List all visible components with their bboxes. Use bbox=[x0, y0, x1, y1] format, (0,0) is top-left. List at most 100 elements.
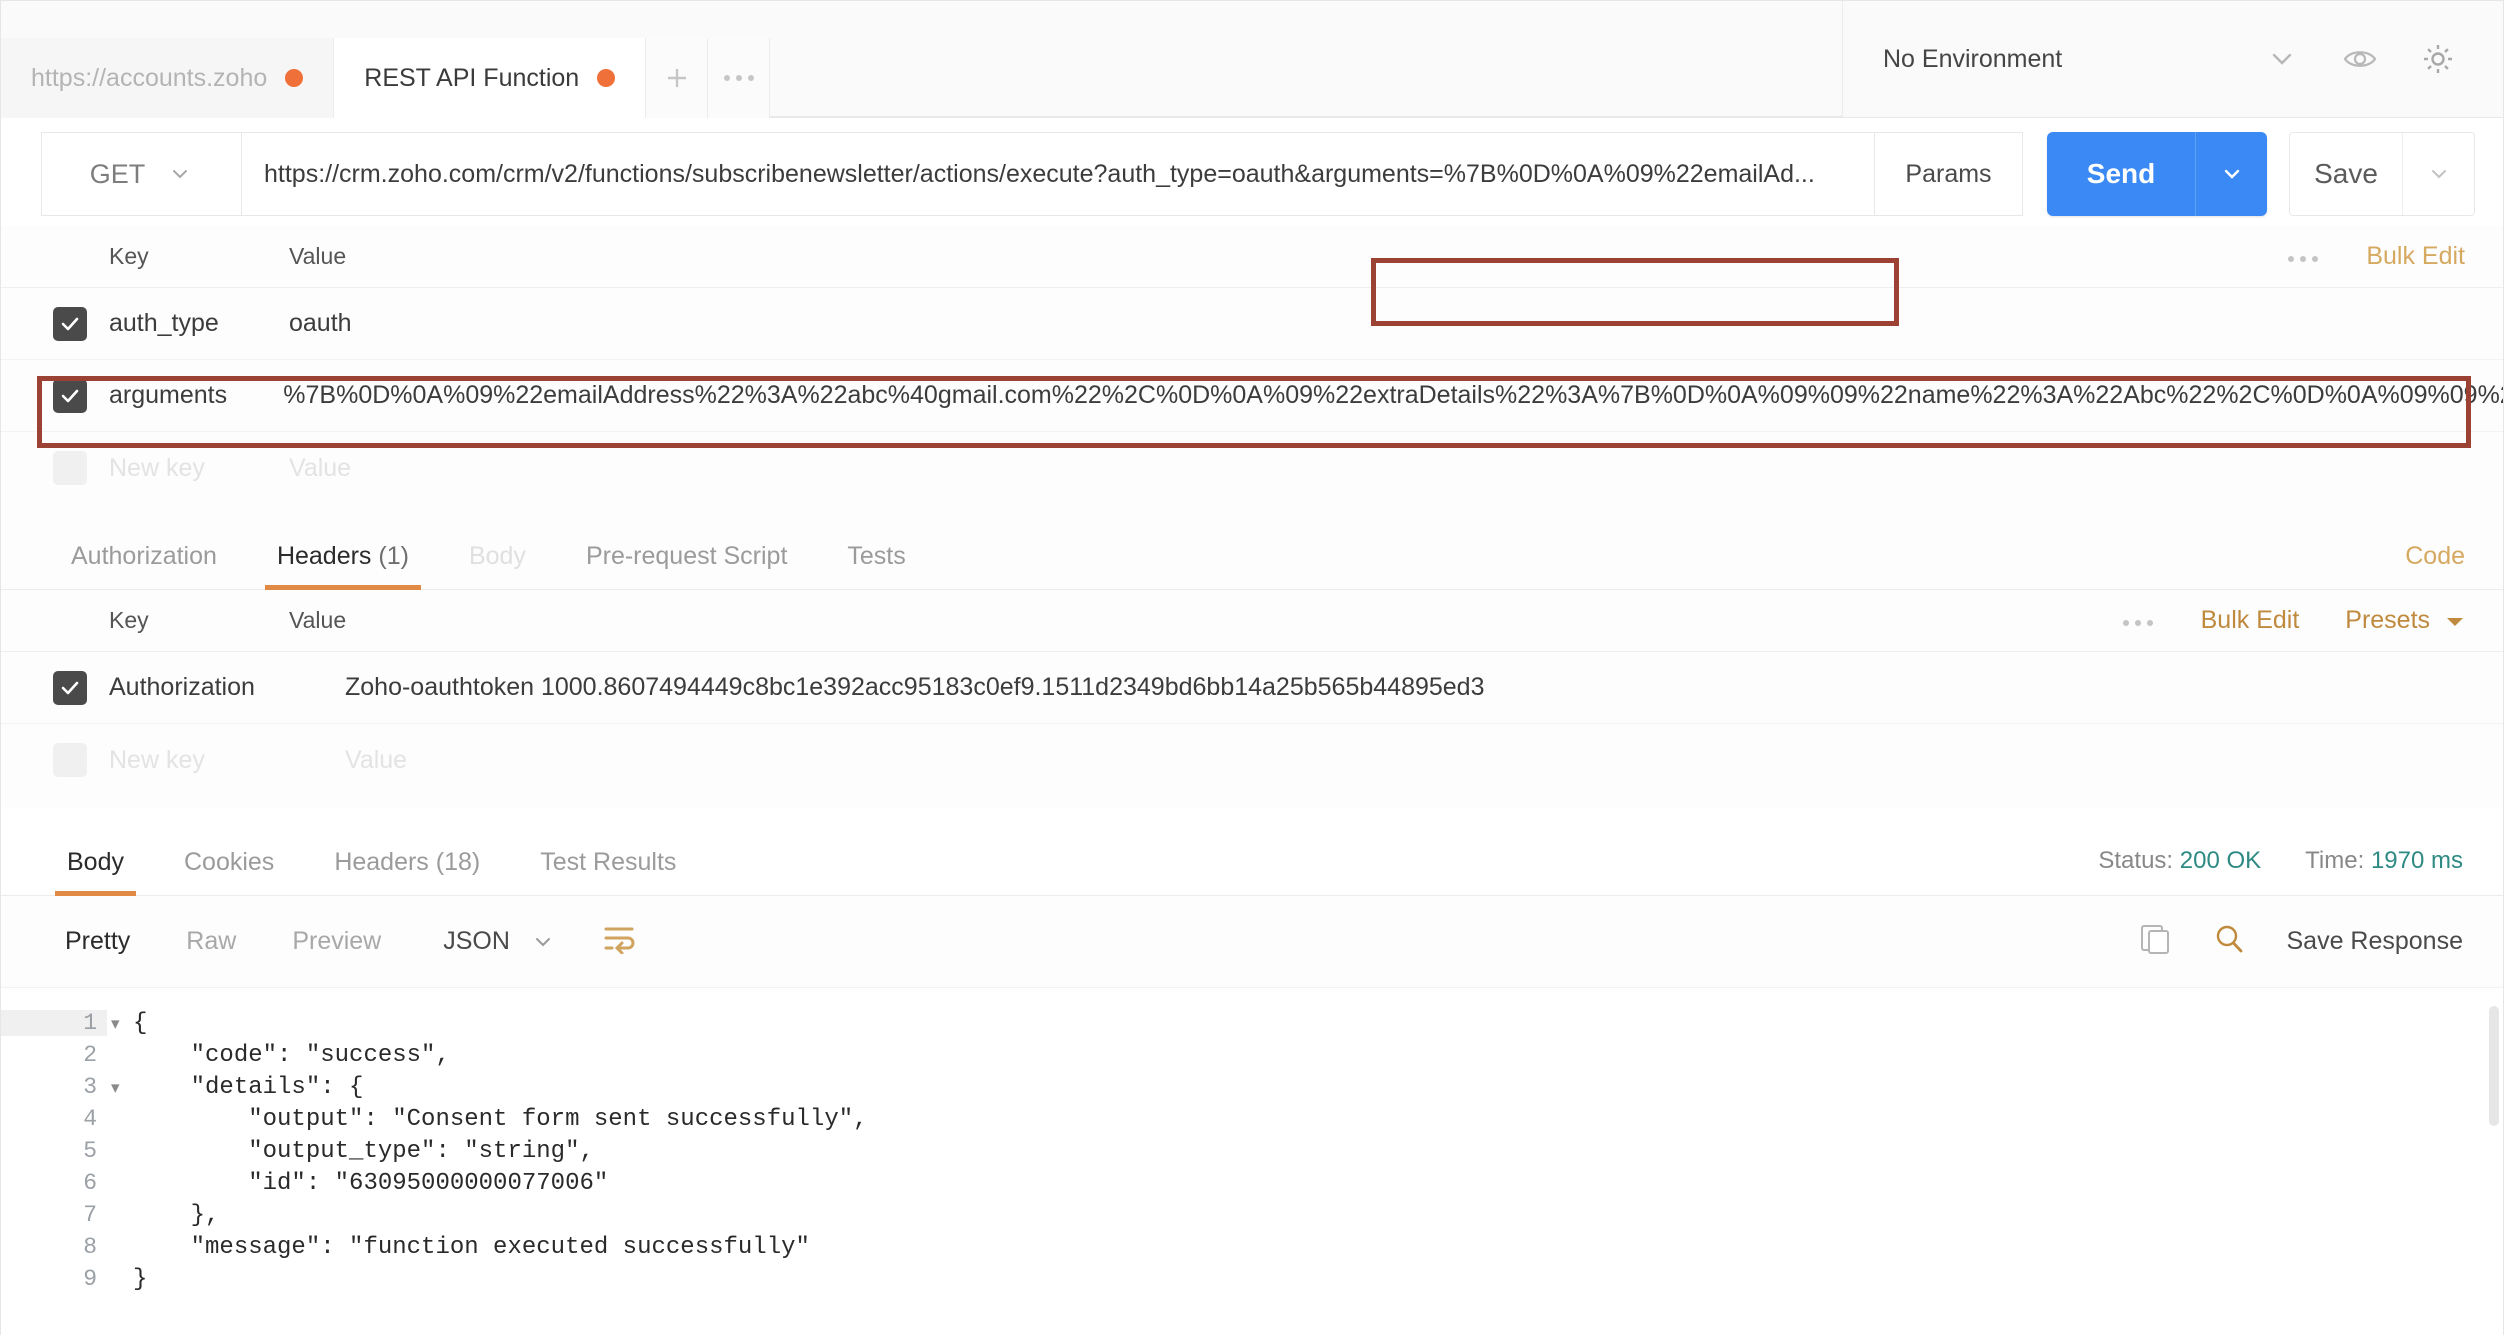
param-key-placeholder[interactable]: New key bbox=[109, 454, 289, 483]
response-tab-cookies[interactable]: Cookies bbox=[154, 848, 304, 895]
table-row-new[interactable]: New key Value bbox=[1, 724, 2503, 796]
code-link[interactable]: Code bbox=[2405, 542, 2465, 571]
code-line-text: { bbox=[133, 1010, 148, 1037]
new-tab-button[interactable] bbox=[646, 38, 709, 118]
response-tab-test-results[interactable]: Test Results bbox=[510, 848, 706, 895]
row-checkbox[interactable] bbox=[53, 451, 87, 485]
line-number: 5 bbox=[83, 1138, 97, 1164]
response-format-label: JSON bbox=[443, 927, 510, 955]
tab-overflow-button[interactable] bbox=[708, 38, 771, 118]
line-number: 4 bbox=[83, 1106, 97, 1132]
table-row[interactable]: arguments %7B%0D%0A%09%22emailAddress%22… bbox=[1, 360, 2503, 432]
response-body-viewer[interactable]: 1 ▾ { 2 "code": "success", 3 ▾ "details"… bbox=[1, 988, 2503, 1335]
query-params-actions: Bulk Edit bbox=[2286, 226, 2465, 287]
chevron-down-icon bbox=[535, 937, 550, 946]
send-button[interactable]: Send bbox=[2047, 132, 2195, 216]
code-line-text: } bbox=[133, 1266, 148, 1293]
query-params-more-button[interactable] bbox=[2286, 244, 2320, 270]
response-format-selector[interactable]: JSON bbox=[443, 927, 556, 956]
send-options-button[interactable] bbox=[2195, 132, 2267, 216]
response-scrollbar[interactable] bbox=[2489, 1006, 2499, 1126]
fold-toggle-icon[interactable]: ▾ bbox=[107, 1078, 133, 1099]
tab-label: Headers bbox=[276, 542, 372, 570]
header-key-placeholder[interactable]: New key bbox=[109, 746, 345, 775]
chevron-down-icon bbox=[2431, 170, 2446, 179]
table-row[interactable]: auth_type oauth bbox=[1, 288, 2503, 360]
code-line-text: "id": "63095000000077006" bbox=[133, 1170, 609, 1197]
save-options-button[interactable] bbox=[2402, 133, 2474, 215]
query-params-bulk-edit-link[interactable]: Bulk Edit bbox=[2366, 242, 2465, 271]
word-wrap-toggle-button[interactable] bbox=[602, 924, 636, 959]
environment-dropdown-button[interactable] bbox=[2243, 20, 2321, 98]
header-key[interactable]: Authorization bbox=[109, 673, 345, 702]
table-row-new[interactable]: New key Value bbox=[1, 432, 2503, 504]
response-meta: Status: 200 OK Time: 1970 ms bbox=[2098, 847, 2463, 875]
column-header-value: Value bbox=[289, 243, 347, 269]
response-tab-body[interactable]: Body bbox=[37, 848, 154, 896]
param-value[interactable]: oauth bbox=[289, 309, 2503, 338]
tab-tests[interactable]: Tests bbox=[817, 542, 935, 589]
code-line-text: "output": "Consent form sent successfull… bbox=[133, 1106, 868, 1133]
response-tab-headers[interactable]: Headers (18) bbox=[304, 848, 510, 895]
row-checkbox[interactable] bbox=[53, 306, 87, 341]
code-line-text: "code": "success", bbox=[133, 1042, 450, 1069]
environment-quick-look-button[interactable] bbox=[2321, 20, 2399, 98]
param-value[interactable]: %7B%0D%0A%09%22emailAddress%22%3A%22abc%… bbox=[283, 381, 2503, 410]
request-tab-strip: https://accounts.zoho REST API Function bbox=[1, 1, 771, 118]
ellipsis-icon bbox=[723, 75, 754, 81]
request-tab-label: https://accounts.zoho bbox=[31, 63, 268, 92]
response-view-actions: Save Response bbox=[2138, 896, 2463, 987]
save-button-label: Save bbox=[2314, 158, 2378, 189]
table-row[interactable]: Authorization Zoho-oauthtoken 1000.86074… bbox=[1, 652, 2503, 724]
presets-label: Presets bbox=[2345, 606, 2431, 634]
code-line: 8 "message": "function executed successf… bbox=[1, 1234, 2503, 1266]
header-value-placeholder[interactable]: Value bbox=[345, 746, 2503, 775]
param-key[interactable]: arguments bbox=[109, 381, 283, 410]
request-tab-accounts-zoho[interactable]: https://accounts.zoho bbox=[1, 38, 335, 118]
line-number: 6 bbox=[83, 1170, 97, 1196]
copy-button[interactable] bbox=[2138, 922, 2172, 961]
tab-body[interactable]: Body bbox=[439, 542, 556, 589]
params-toggle-button[interactable]: Params bbox=[1875, 132, 2023, 216]
url-input-value: https://crm.zoho.com/crm/v2/functions/su… bbox=[264, 159, 1815, 188]
headers-more-button[interactable] bbox=[2121, 608, 2155, 634]
url-input[interactable]: https://crm.zoho.com/crm/v2/functions/su… bbox=[241, 132, 1875, 216]
headers-bulk-edit-link[interactable]: Bulk Edit bbox=[2201, 606, 2300, 635]
code-line: 4 "output": "Consent form sent successfu… bbox=[1, 1106, 2503, 1138]
tab-authorization[interactable]: Authorization bbox=[41, 542, 247, 589]
params-button-label: Params bbox=[1905, 159, 1992, 188]
code-line: 5 "output_type": "string", bbox=[1, 1138, 2503, 1170]
view-tab-preview[interactable]: Preview bbox=[264, 927, 409, 956]
search-button[interactable] bbox=[2212, 922, 2246, 961]
fold-toggle-icon[interactable]: ▾ bbox=[107, 1014, 133, 1035]
save-response-button[interactable]: Save Response bbox=[2286, 927, 2463, 956]
view-tab-raw[interactable]: Raw bbox=[158, 927, 264, 956]
code-line: 1 ▾ { bbox=[1, 1010, 2503, 1042]
search-icon bbox=[2217, 925, 2243, 953]
http-method-selector[interactable]: GET bbox=[41, 132, 241, 216]
code-line: 7 }, bbox=[1, 1202, 2503, 1234]
row-checkbox[interactable] bbox=[53, 378, 87, 413]
settings-button[interactable] bbox=[2399, 20, 2477, 98]
line-number: 2 bbox=[83, 1042, 97, 1068]
headers-presets-link[interactable]: Presets bbox=[2345, 606, 2465, 635]
tab-pre-request-script[interactable]: Pre-request Script bbox=[556, 542, 817, 589]
view-tab-pretty[interactable]: Pretty bbox=[37, 927, 158, 956]
checkmark-icon bbox=[61, 389, 79, 402]
row-checkbox[interactable] bbox=[53, 743, 87, 777]
param-value-placeholder[interactable]: Value bbox=[289, 454, 2503, 483]
header-value[interactable]: Zoho-oauthtoken 1000.8607494449c8bc1e392… bbox=[345, 673, 2503, 702]
response-view-toolbar: Pretty Raw Preview JSON Save Response bbox=[1, 896, 2503, 988]
request-tab-rest-api-function[interactable]: REST API Function bbox=[334, 38, 647, 118]
environment-selector-label[interactable]: No Environment bbox=[1883, 45, 2243, 74]
code-line-text: "details": { bbox=[133, 1074, 364, 1101]
param-key[interactable]: auth_type bbox=[109, 309, 289, 338]
column-header-key: Key bbox=[109, 607, 149, 633]
row-checkbox[interactable] bbox=[53, 670, 87, 705]
tab-headers[interactable]: Headers (1) bbox=[247, 542, 439, 590]
word-wrap-icon bbox=[604, 927, 635, 955]
send-button-group: Send bbox=[2047, 132, 2267, 216]
save-button[interactable]: Save bbox=[2290, 133, 2402, 215]
environment-bar: No Environment bbox=[1842, 1, 2503, 117]
tab-bar-spacer bbox=[770, 1, 1842, 117]
